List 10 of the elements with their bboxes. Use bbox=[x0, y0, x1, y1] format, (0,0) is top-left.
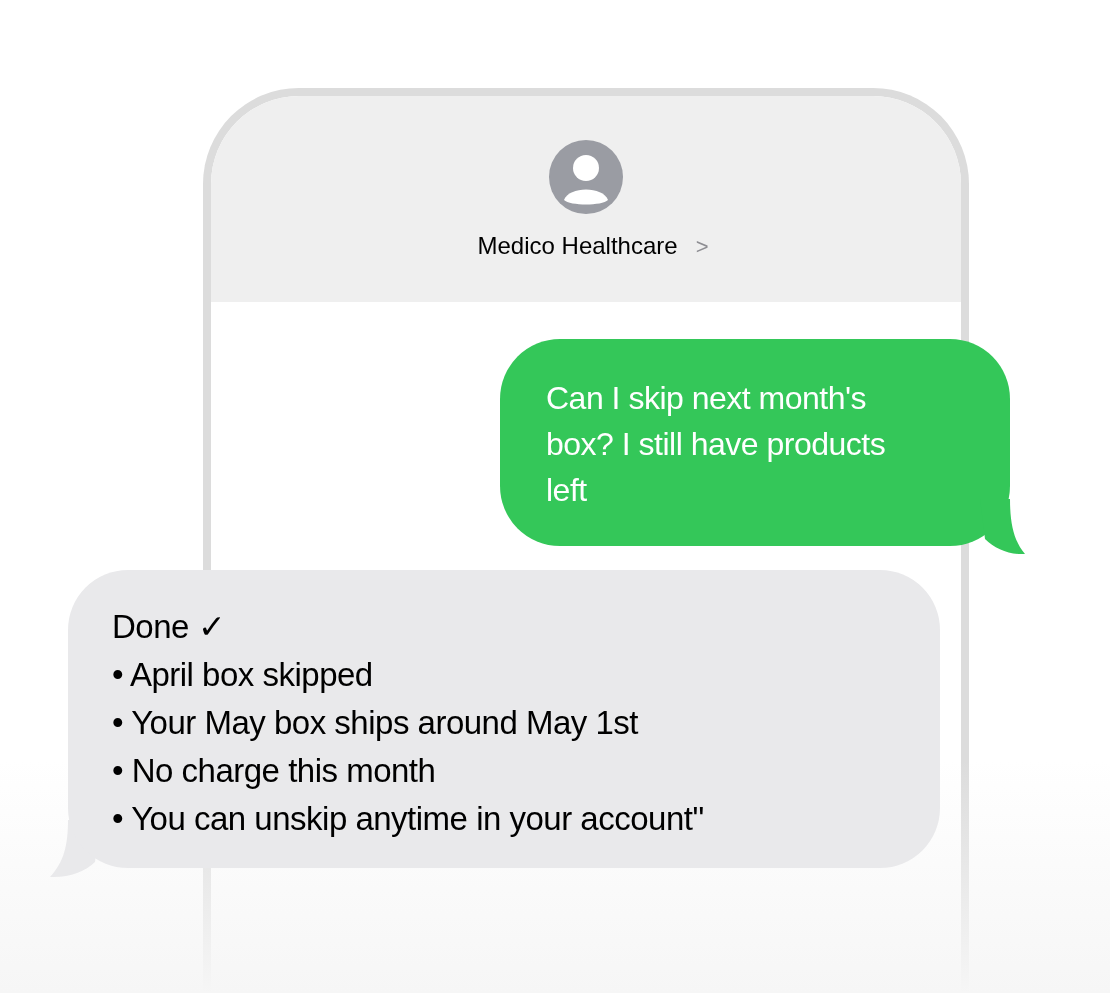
avatar-icon[interactable] bbox=[549, 140, 623, 214]
contact-name[interactable]: Medico Healthcare bbox=[477, 228, 678, 264]
message-text: Can I skip next month's bbox=[546, 379, 868, 418]
message-text: • No charge this month bbox=[112, 751, 437, 791]
message-text: left bbox=[546, 471, 588, 510]
message-text: • You can unskip anytime in your account" bbox=[112, 799, 705, 839]
message-text: • April box skipped bbox=[112, 655, 374, 695]
message-text: box? I still have products bbox=[546, 425, 887, 464]
message-text: • Your May box ships around May 1st bbox=[112, 703, 640, 743]
message-text: Done ✓ bbox=[112, 607, 227, 647]
